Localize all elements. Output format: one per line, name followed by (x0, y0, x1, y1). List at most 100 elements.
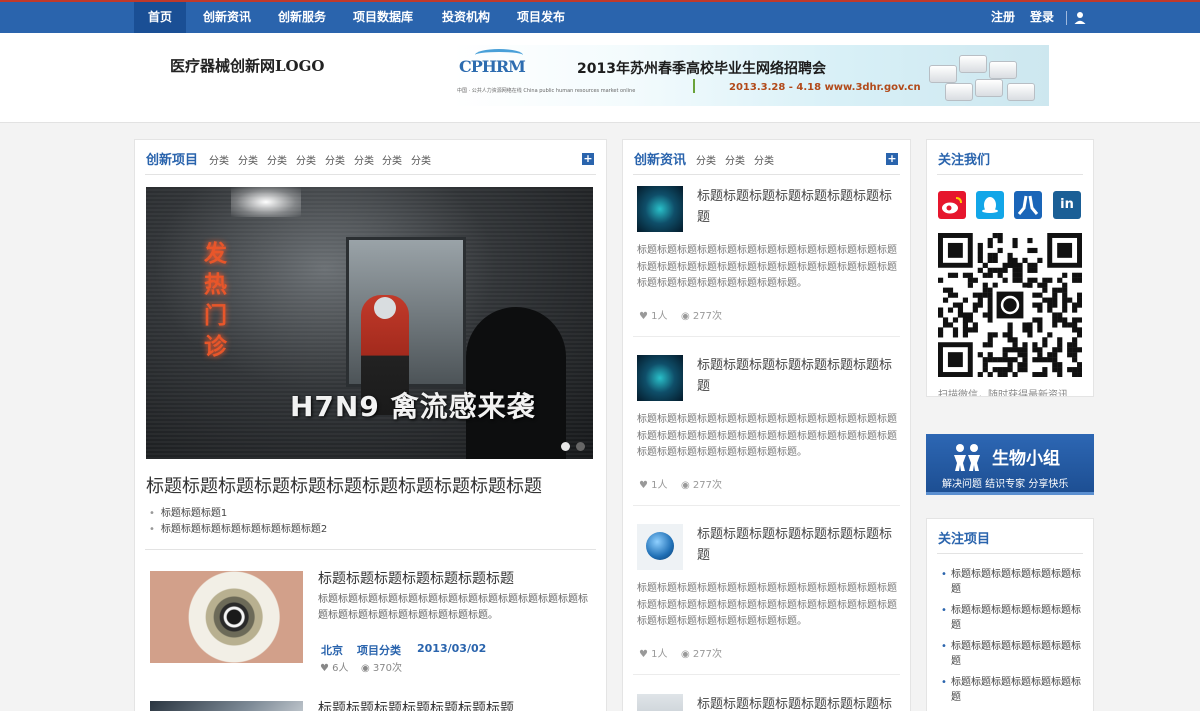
likes-count: 1人 (651, 311, 668, 322)
article-date: 2013/03/02 (417, 642, 487, 655)
news-category-link[interactable]: 分类 (754, 152, 774, 167)
cphrm-subtitle: 中国 · 公共人力资源网络在线 China public human resou… (457, 88, 636, 94)
article-city-tag[interactable]: 北京 (321, 642, 343, 658)
article-thumbnail[interactable] (150, 701, 303, 711)
sprout-icon (693, 79, 703, 93)
weibo-icon[interactable] (938, 191, 966, 219)
sub-link-item[interactable]: 标题标题标题标题标题标题标题标题2 (149, 520, 327, 535)
news-thumbnail-dna[interactable] (637, 186, 683, 232)
news-item[interactable]: 标题标题标题标题标题标题标题标题 标题标题标题标题标题标题标题标题标题标题标题标… (637, 186, 897, 326)
divider (633, 336, 900, 337)
login-link[interactable]: 登录 (1025, 2, 1059, 33)
site-logo[interactable]: 医疗器械创新网LOGO (170, 55, 325, 76)
nav-item-investors[interactable]: 投资机构 (435, 2, 497, 33)
slider-caption: H7N9 禽流感来袭 (290, 390, 536, 423)
news-title[interactable]: 标题标题标题标题标题标题标题标题 (697, 524, 897, 566)
project-category-link[interactable]: 分类 (354, 152, 374, 167)
followed-project-link[interactable]: 标题标题标题标题标题标题标题 (941, 639, 1086, 669)
divider (937, 553, 1083, 554)
slider-dot-active[interactable] (561, 442, 570, 451)
recruitment-banner[interactable]: CPHRM 中国 · 公共人力资源网络在线 China public human… (453, 45, 1049, 106)
followed-project-link[interactable]: 标题标题标题标题标题标题标题 (941, 567, 1086, 597)
news-title[interactable]: 标题标题标题标题标题标题标题标题 (697, 355, 897, 397)
project-category-link[interactable]: 分类 (267, 152, 287, 167)
views-count: 277次 (692, 649, 723, 660)
register-link[interactable]: 注册 (986, 2, 1020, 33)
project-category-link[interactable]: 分类 (411, 152, 431, 167)
top-navigation: 首页 创新资讯 创新服务 项目数据库 投资机构 项目发布 注册 登录 (0, 0, 1200, 33)
nav-item-project-database[interactable]: 项目数据库 (347, 2, 419, 33)
renren-icon[interactable] (1014, 191, 1042, 219)
projects-panel-title[interactable]: 创新项目 (146, 149, 198, 168)
qq-icon[interactable] (976, 191, 1004, 219)
follow-us-title: 关注我们 (938, 153, 991, 168)
news-item[interactable]: 标题标题标题标题标题标题标题标题 (637, 694, 897, 711)
bio-group-subtitle: 解决问题 结识专家 分享快乐 (942, 479, 1069, 490)
nav-separator (1066, 11, 1067, 25)
likes-count: 1人 (651, 649, 668, 660)
news-views: ◉ 277次 (681, 476, 722, 491)
news-thumbnail-dna[interactable] (637, 355, 683, 401)
article-likes: ♥ 6人 (320, 659, 349, 674)
news-more-plus-icon[interactable]: + (886, 153, 898, 165)
wechat-qr-code (938, 233, 1083, 378)
news-panel-title[interactable]: 创新资讯 (634, 149, 686, 168)
news-thumbnail-person[interactable] (637, 694, 683, 711)
user-icon[interactable] (1073, 10, 1087, 24)
bio-group-banner[interactable]: 生物小组 解决问题 结识专家 分享快乐 (926, 434, 1094, 495)
follow-us-panel: 关注我们 in 扫描微信，随时获得最新资讯 (926, 139, 1094, 397)
project-category-link[interactable]: 分类 (238, 152, 258, 167)
likes-count: 6人 (332, 663, 349, 674)
eye-icon: ◉ (681, 480, 690, 491)
divider (633, 505, 900, 506)
news-views: ◉ 277次 (681, 307, 722, 322)
article-views: ◉ 370次 (361, 659, 402, 674)
divider (633, 174, 900, 175)
featured-image-slider[interactable]: 发热门诊 H7N9 禽流感来袭 (146, 187, 593, 459)
news-likes: ♥ 1人 (639, 645, 668, 660)
projects-more-plus-icon[interactable]: + (582, 153, 594, 165)
followed-project-link[interactable]: 标题标题标题标题标题标题标题 (941, 675, 1086, 705)
project-article[interactable]: 标题标题标题标题标题标题标题 标题标题标题标题标题标题标题标题标题标题标题标题标… (146, 568, 596, 674)
views-count: 370次 (372, 663, 403, 674)
project-article[interactable]: 标题标题标题标题标题标题标题 (146, 701, 596, 711)
article-title[interactable]: 标题标题标题标题标题标题标题 (318, 568, 514, 588)
linkedin-icon[interactable]: in (1053, 191, 1081, 219)
news-item[interactable]: 标题标题标题标题标题标题标题标题 标题标题标题标题标题标题标题标题标题标题标题标… (637, 524, 897, 664)
followed-project-link[interactable]: 标题标题标题标题标题标题标题 (941, 603, 1086, 633)
divider (145, 549, 596, 550)
nav-item-project-publish[interactable]: 项目发布 (510, 2, 572, 33)
nav-item-home[interactable]: 首页 (134, 2, 186, 33)
people-icon (952, 443, 982, 471)
news-description: 标题标题标题标题标题标题标题标题标题标题标题标题标题标题标题标题标题标题标题标题… (637, 583, 897, 627)
article-category-tag[interactable]: 项目分类 (357, 642, 401, 658)
project-category-link[interactable]: 分类 (296, 152, 316, 167)
news-title[interactable]: 标题标题标题标题标题标题标题标题 (697, 694, 897, 711)
news-description: 标题标题标题标题标题标题标题标题标题标题标题标题标题标题标题标题标题标题标题标题… (637, 245, 897, 289)
project-category-link[interactable]: 分类 (325, 152, 345, 167)
divider (145, 174, 596, 175)
project-category-link[interactable]: 分类 (382, 152, 402, 167)
article-description: 标题标题标题标题标题标题标题标题标题标题标题标题标题标题标题标题标题标题标题标题… (318, 594, 588, 621)
banner-title: 2013年苏州春季高校毕业生网络招聘会 (577, 61, 826, 77)
article-thumbnail-eye[interactable] (150, 571, 303, 663)
silhouette-figure (466, 307, 566, 459)
news-category-link[interactable]: 分类 (725, 152, 745, 167)
featured-headline[interactable]: 标题标题标题标题标题标题标题标题标题标题标题 (146, 472, 542, 498)
nav-item-innovation-services[interactable]: 创新服务 (271, 2, 333, 33)
nav-item-innovation-news[interactable]: 创新资讯 (196, 2, 258, 33)
sub-link-item[interactable]: 标题标题标题1 (149, 504, 227, 519)
banner-dates: 2013.3.28 - 4.18 www.3dhr.gov.cn (729, 82, 921, 93)
news-likes: ♥ 1人 (639, 307, 668, 322)
news-item[interactable]: 标题标题标题标题标题标题标题标题 标题标题标题标题标题标题标题标题标题标题标题标… (637, 355, 897, 495)
news-likes: ♥ 1人 (639, 476, 668, 491)
news-category-link[interactable]: 分类 (696, 152, 716, 167)
news-thumbnail-globe[interactable] (637, 524, 683, 570)
project-category-link[interactable]: 分类 (209, 152, 229, 167)
heart-icon: ♥ (639, 311, 648, 322)
slider-dot[interactable] (576, 442, 585, 451)
news-title[interactable]: 标题标题标题标题标题标题标题标题 (697, 186, 897, 228)
heart-icon: ♥ (639, 649, 648, 660)
article-title[interactable]: 标题标题标题标题标题标题标题 (318, 698, 514, 711)
news-description: 标题标题标题标题标题标题标题标题标题标题标题标题标题标题标题标题标题标题标题标题… (637, 414, 897, 458)
